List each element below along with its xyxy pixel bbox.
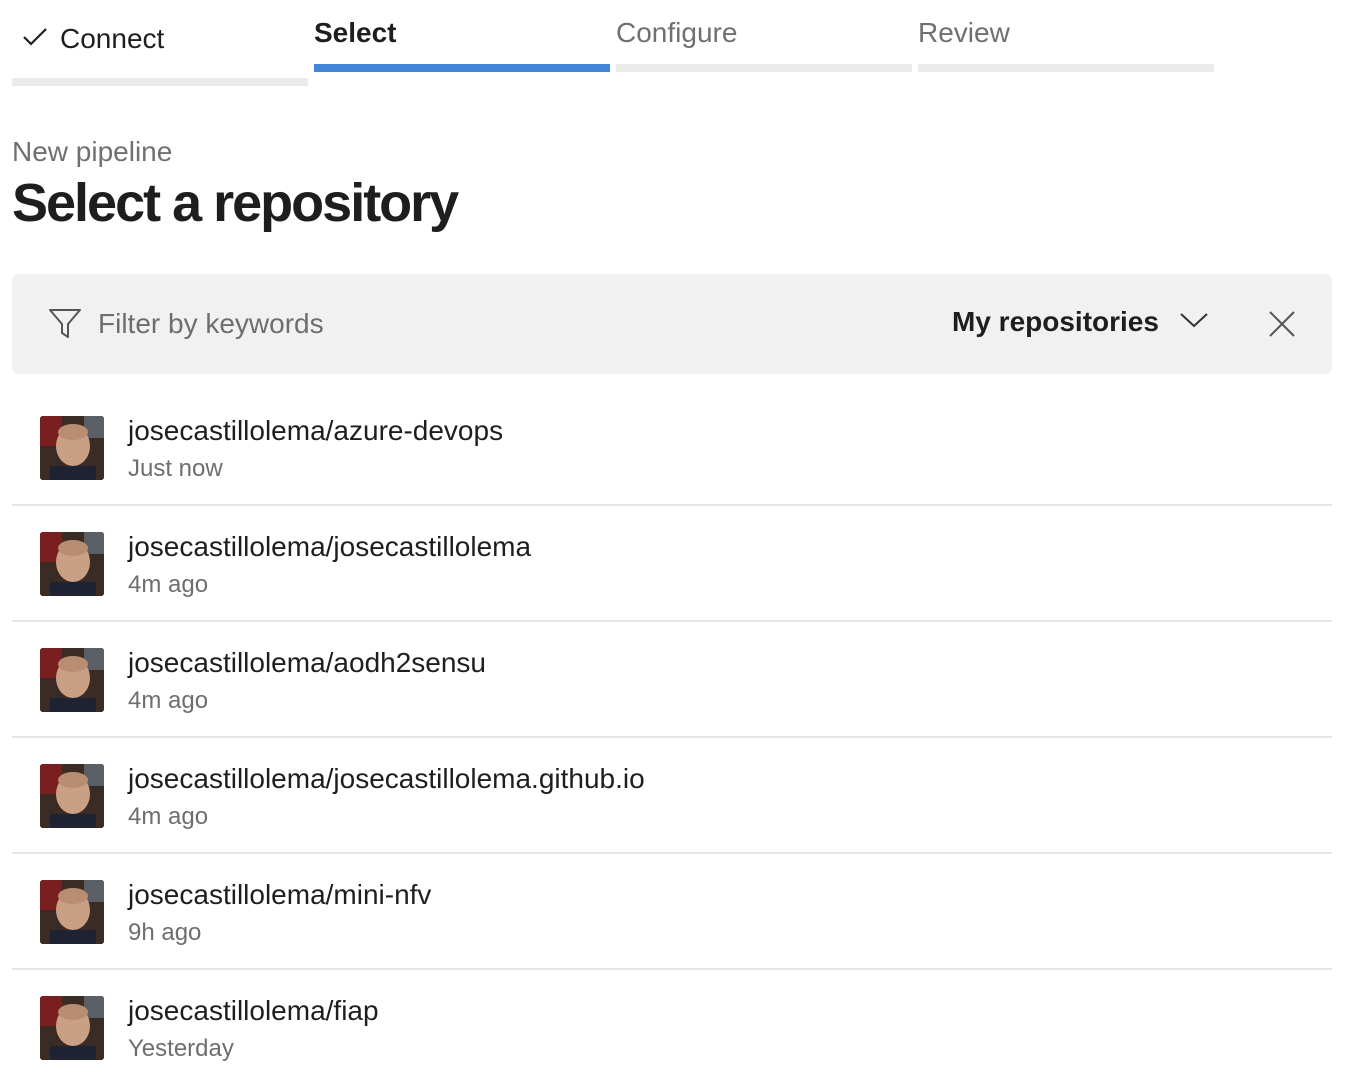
- page-subtitle: New pipeline: [12, 136, 173, 167]
- filter-keywords-input[interactable]: [98, 304, 658, 344]
- step-configure-indicator: [616, 64, 912, 72]
- avatar: [40, 416, 104, 480]
- repository-updated-time: 4m ago: [128, 803, 209, 830]
- repository-name: josecastillolema/josecastillolema: [128, 531, 532, 562]
- repository-name: josecastillolema/azure-devops: [128, 415, 504, 446]
- repository-list-item[interactable]: josecastillolema/josecastillolema.github…: [12, 738, 1332, 854]
- step-connect[interactable]: Connect: [12, 0, 308, 90]
- close-icon[interactable]: [1268, 310, 1296, 343]
- repository-updated-time: 4m ago: [128, 687, 209, 714]
- new-pipeline-page: Connect Select Configure Review New pipe…: [0, 0, 1352, 1078]
- step-review[interactable]: Review: [918, 0, 1214, 90]
- step-configure[interactable]: Configure: [616, 0, 912, 90]
- repository-updated-time: 4m ago: [128, 571, 209, 598]
- repository-name: josecastillolema/mini-nfv: [128, 879, 432, 910]
- repository-updated-time: 9h ago: [128, 919, 202, 946]
- repository-name: josecastillolema/aodh2sensu: [128, 647, 486, 678]
- step-select-label: Select: [314, 17, 397, 48]
- step-select-indicator: [314, 64, 610, 72]
- step-configure-label: Configure: [616, 17, 738, 48]
- repository-list-item[interactable]: josecastillolema/fiap Yesterday: [12, 970, 1332, 1078]
- avatar: [40, 648, 104, 712]
- repository-name: josecastillolema/josecastillolema.github…: [128, 763, 645, 794]
- repository-scope-selected: My repositories: [952, 306, 1159, 337]
- avatar: [40, 880, 104, 944]
- avatar: [40, 996, 104, 1060]
- pipeline-wizard-stepper: Connect Select Configure Review: [12, 0, 1222, 90]
- step-review-indicator: [918, 64, 1214, 72]
- repository-list-item[interactable]: josecastillolema/azure-devops Just now: [12, 390, 1332, 506]
- repository-list-item[interactable]: josecastillolema/mini-nfv 9h ago: [12, 854, 1332, 970]
- step-review-label: Review: [918, 17, 1010, 48]
- filter-icon: [48, 308, 82, 345]
- repository-updated-time: Just now: [128, 455, 223, 482]
- repository-scope-dropdown[interactable]: My repositories: [952, 302, 1209, 342]
- avatar: [40, 764, 104, 828]
- repository-name: josecastillolema/fiap: [128, 995, 379, 1026]
- step-connect-label: Connect: [60, 23, 165, 54]
- avatar: [40, 532, 104, 596]
- filter-bar: My repositories: [12, 274, 1332, 374]
- repository-list-item[interactable]: josecastillolema/aodh2sensu 4m ago: [12, 622, 1332, 738]
- step-select[interactable]: Select: [314, 0, 610, 90]
- repository-list-item[interactable]: josecastillolema/josecastillolema 4m ago: [12, 506, 1332, 622]
- page-title: Select a repository: [12, 173, 459, 233]
- repository-updated-time: Yesterday: [128, 1035, 234, 1062]
- repository-list: josecastillolema/azure-devops Just now j…: [12, 390, 1332, 1078]
- step-connect-indicator: [12, 78, 308, 86]
- checkmark-icon: [22, 21, 48, 55]
- chevron-down-icon: [1179, 311, 1209, 334]
